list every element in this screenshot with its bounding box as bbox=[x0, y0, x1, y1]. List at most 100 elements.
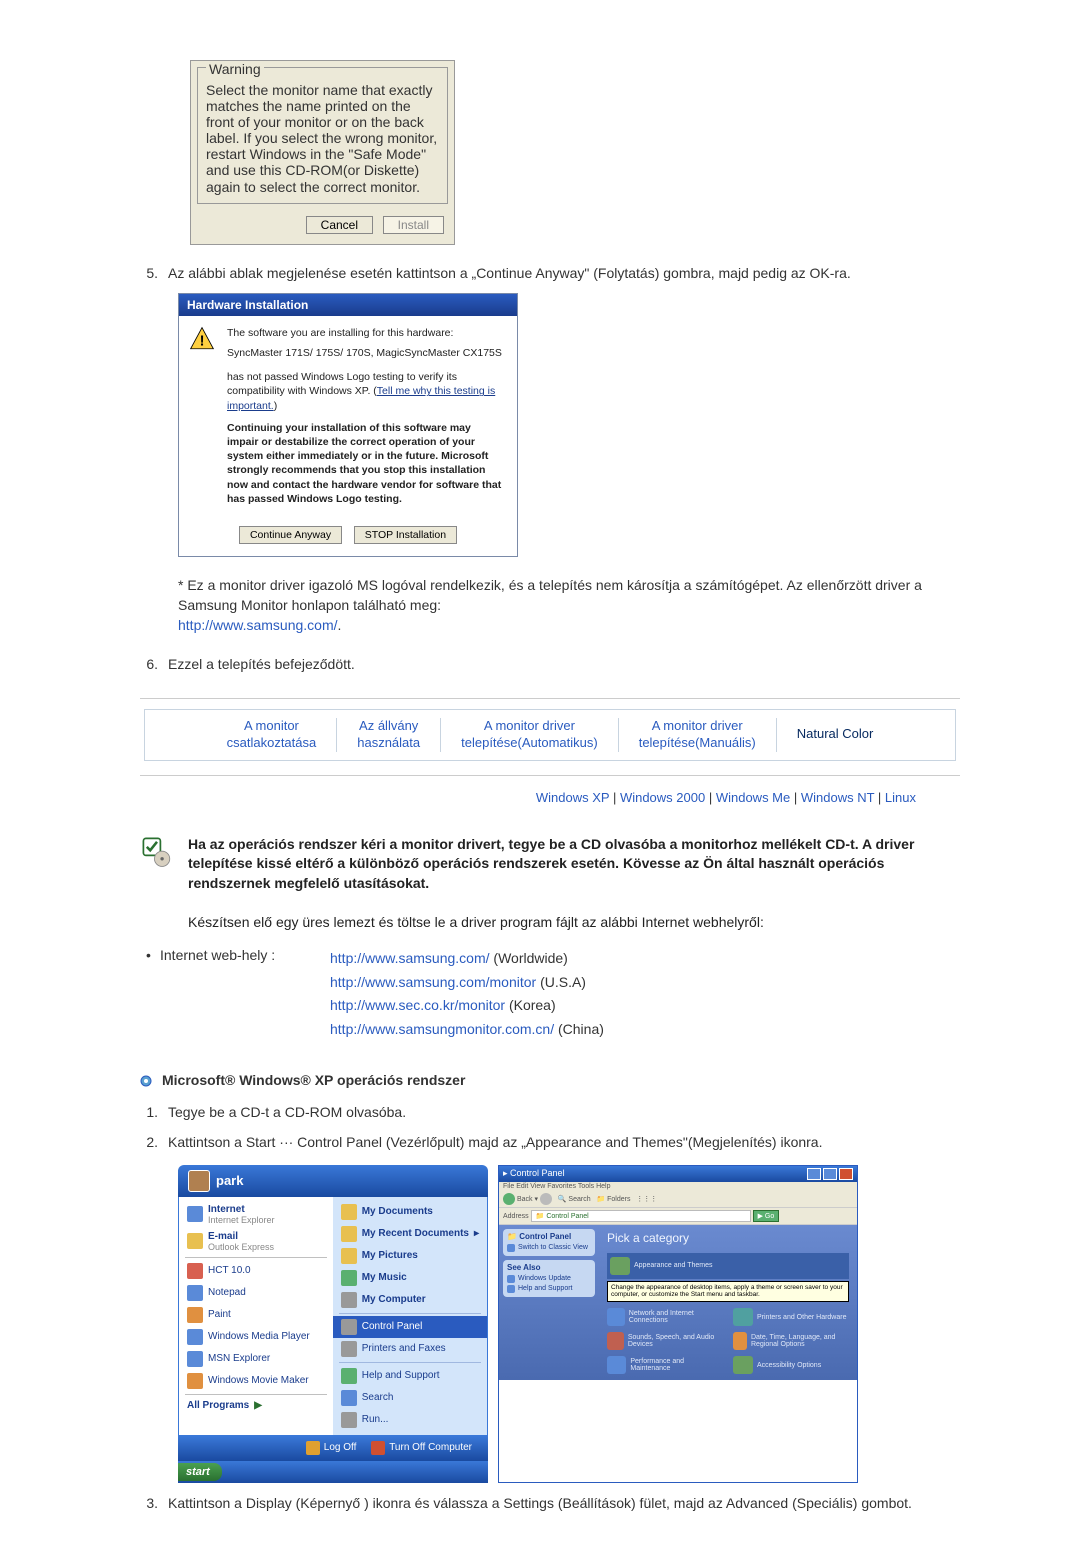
cat-printers[interactable]: Printers and Other Hardware bbox=[733, 1308, 849, 1326]
cp-side-panel-2: See Also Windows Update Help and Support bbox=[503, 1260, 595, 1297]
hwi-warning-bold: Continuing your installation of this sof… bbox=[227, 421, 503, 506]
notepad-icon bbox=[187, 1285, 203, 1301]
dl-link-korea[interactable]: http://www.sec.co.kr/monitor bbox=[330, 997, 505, 1013]
sm-printers[interactable]: Printers and Faxes bbox=[333, 1338, 487, 1360]
log-off-icon bbox=[306, 1441, 320, 1455]
cp-side-heading-2: See Also bbox=[507, 1263, 591, 1272]
monitor-warning-dialog: Warning Select the monitor name that exa… bbox=[190, 60, 455, 245]
bullet-icon bbox=[140, 1074, 152, 1086]
close-button[interactable] bbox=[839, 1168, 853, 1180]
sm-my-music[interactable]: My Music bbox=[333, 1267, 487, 1289]
link-windows-2000[interactable]: Windows 2000 bbox=[620, 790, 705, 805]
os-links-row: Windows XP | Windows 2000 | Windows Me |… bbox=[140, 776, 960, 815]
run-icon bbox=[341, 1412, 357, 1428]
link-windows-nt[interactable]: Windows NT bbox=[801, 790, 874, 805]
continue-anyway-button[interactable]: Continue Anyway bbox=[239, 526, 342, 544]
sm-my-recent[interactable]: My Recent Documents ▸ bbox=[333, 1223, 487, 1245]
address-field[interactable]: 📁 Control Panel bbox=[531, 1210, 751, 1222]
samsung-link[interactable]: http://www.samsung.com/ bbox=[178, 617, 338, 633]
sm-my-computer[interactable]: My Computer bbox=[333, 1289, 487, 1311]
appearance-icon bbox=[610, 1257, 630, 1275]
stop-installation-button[interactable]: STOP Installation bbox=[354, 526, 457, 544]
switch-classic-view[interactable]: Switch to Classic View bbox=[507, 1243, 591, 1253]
dl-link-china[interactable]: http://www.samsungmonitor.com.cn/ bbox=[330, 1021, 554, 1037]
log-off-button[interactable]: Log Off bbox=[300, 1439, 363, 1457]
cat-tooltip: Change the appearance of desktop items, … bbox=[607, 1281, 849, 1303]
forward-button-icon[interactable] bbox=[540, 1193, 552, 1205]
step-6-number: 6. bbox=[140, 654, 168, 674]
see-also-windows-update[interactable]: Windows Update bbox=[507, 1274, 591, 1284]
sm-wmp[interactable]: Windows Media Player bbox=[179, 1326, 333, 1348]
driver-note-row: Ha az operációs rendszer kéri a monitor … bbox=[140, 835, 960, 933]
wmp-icon bbox=[187, 1329, 203, 1345]
sm-control-panel[interactable]: Control Panel bbox=[333, 1316, 487, 1338]
hwi-device: SyncMaster 171S/ 175S/ 170S, MagicSyncMa… bbox=[227, 346, 503, 360]
tab-driver-auto[interactable]: A monitor drivertelepítése(Automatikus) bbox=[441, 718, 619, 752]
control-panel-icon bbox=[341, 1319, 357, 1335]
maximize-button[interactable] bbox=[823, 1168, 837, 1180]
sm-my-documents[interactable]: My Documents bbox=[333, 1201, 487, 1223]
back-button-icon[interactable] bbox=[503, 1193, 515, 1205]
app-icon bbox=[187, 1263, 203, 1279]
start-menu-username: park bbox=[216, 1173, 243, 1188]
install-button[interactable]: Install bbox=[383, 216, 444, 234]
start-menu-footer: Log Off Turn Off Computer bbox=[178, 1436, 488, 1461]
sm-email[interactable]: E-mailOutlook Express bbox=[179, 1228, 333, 1255]
warning-legend: Warning bbox=[206, 61, 264, 77]
sm-hct[interactable]: HCT 10.0 bbox=[179, 1260, 333, 1282]
tab-stand-use[interactable]: Az állványhasználata bbox=[337, 718, 441, 752]
sm-help[interactable]: Help and Support bbox=[333, 1365, 487, 1387]
minimize-button[interactable] bbox=[807, 1168, 821, 1180]
cp-address-bar: Address 📁 Control Panel ▶ Go bbox=[499, 1208, 857, 1225]
start-button[interactable]: start bbox=[178, 1463, 222, 1481]
search-icon bbox=[341, 1390, 357, 1406]
see-also-help[interactable]: Help and Support bbox=[507, 1284, 591, 1294]
sm-paint[interactable]: Paint bbox=[179, 1304, 333, 1326]
section-tabs-wrap: A monitorcsatlakoztatása Az állványhaszn… bbox=[140, 698, 960, 776]
tab-driver-manual[interactable]: A monitor drivertelepítése(Manuális) bbox=[619, 718, 777, 752]
sm-my-pictures[interactable]: My Pictures bbox=[333, 1245, 487, 1267]
cat-performance[interactable]: Performance and Maintenance bbox=[607, 1356, 723, 1374]
xp-screenshots: park InternetInternet Explorer E-mailOut… bbox=[178, 1165, 960, 1483]
dl-link-worldwide[interactable]: http://www.samsung.com/ bbox=[330, 950, 490, 966]
xp-step-2: 2. Kattintson a Start ··· Control Panel … bbox=[140, 1132, 960, 1152]
start-menu-header: park bbox=[178, 1165, 488, 1197]
sm-all-programs[interactable]: All Programs ▶ bbox=[179, 1397, 333, 1414]
sm-msn[interactable]: MSN Explorer bbox=[179, 1348, 333, 1370]
tab-monitor-connect[interactable]: A monitorcsatlakoztatása bbox=[197, 718, 338, 752]
sm-notepad[interactable]: Notepad bbox=[179, 1282, 333, 1304]
turn-off-button[interactable]: Turn Off Computer bbox=[365, 1439, 478, 1457]
cat-appearance-themes[interactable]: Appearance and Themes bbox=[607, 1253, 849, 1279]
wmm-icon bbox=[187, 1373, 203, 1389]
ie-icon bbox=[187, 1206, 203, 1222]
cat-date-time[interactable]: Date, Time, Language, and Regional Optio… bbox=[733, 1332, 849, 1350]
link-linux[interactable]: Linux bbox=[885, 790, 916, 805]
computer-icon bbox=[341, 1292, 357, 1308]
cancel-button[interactable]: Cancel bbox=[306, 216, 373, 234]
sm-run[interactable]: Run... bbox=[333, 1409, 487, 1431]
link-windows-xp[interactable]: Windows XP bbox=[536, 790, 609, 805]
cp-window-title: ▸ Control Panel bbox=[503, 1168, 565, 1179]
control-panel-screenshot: ▸ Control Panel File Edit View Favorites… bbox=[498, 1165, 858, 1483]
cat-network[interactable]: Network and Internet Connections bbox=[607, 1308, 723, 1326]
pick-a-category-heading: Pick a category bbox=[607, 1231, 849, 1245]
go-button[interactable]: ▶ Go bbox=[753, 1210, 780, 1222]
cat-accessibility[interactable]: Accessibility Options bbox=[733, 1356, 849, 1374]
window-buttons bbox=[807, 1168, 853, 1180]
link-windows-me[interactable]: Windows Me bbox=[716, 790, 790, 805]
sm-internet[interactable]: InternetInternet Explorer bbox=[179, 1201, 333, 1228]
tab-natural-color[interactable]: Natural Color bbox=[777, 726, 904, 743]
msn-icon bbox=[187, 1351, 203, 1367]
sm-search[interactable]: Search bbox=[333, 1387, 487, 1409]
cp-side-panel-1: 📁 Control Panel Switch to Classic View bbox=[503, 1229, 595, 1256]
cat-sounds[interactable]: Sounds, Speech, and Audio Devices bbox=[607, 1332, 723, 1350]
cp-menu-bar[interactable]: File Edit View Favorites Tools Help bbox=[499, 1182, 857, 1191]
start-menu-screenshot: park InternetInternet Explorer E-mailOut… bbox=[178, 1165, 488, 1483]
step-6: 6. Ezzel a telepítés befejeződött. bbox=[140, 654, 960, 674]
dl-link-usa[interactable]: http://www.samsung.com/monitor bbox=[330, 974, 536, 990]
access-icon bbox=[733, 1356, 753, 1374]
driver-note-text: Ha az operációs rendszer kéri a monitor … bbox=[188, 835, 960, 933]
sm-wmm[interactable]: Windows Movie Maker bbox=[179, 1370, 333, 1392]
step-6-text: Ezzel a telepítés befejeződött. bbox=[168, 654, 960, 674]
taskbar: start bbox=[178, 1461, 488, 1483]
